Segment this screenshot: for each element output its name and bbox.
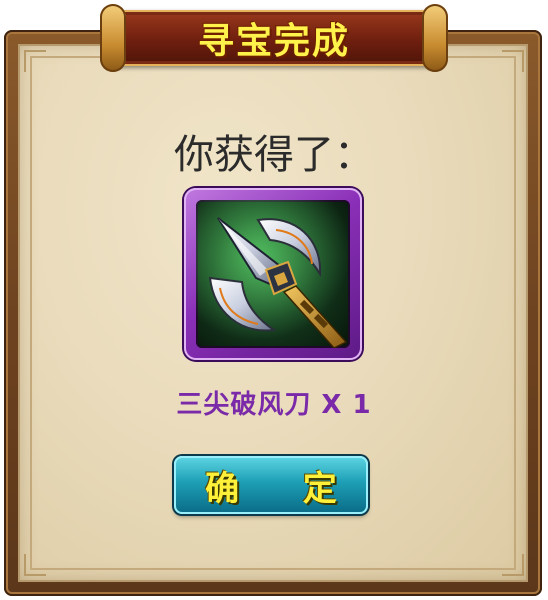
reward-item-name: 三尖破风刀 X 1 <box>176 390 372 420</box>
three-pointed-glaive-icon <box>196 200 350 348</box>
confirm-button-label: 确 定 <box>205 468 363 509</box>
reward-prompt: 你获得了： <box>174 132 374 178</box>
treasure-hunt-complete-dialog: 寻宝完成 你获得了： 三尖破风刀 X 1 确 定 <box>0 0 548 600</box>
dialog-title: 寻宝完成 <box>197 21 350 62</box>
corner-ornament <box>502 50 524 72</box>
corner-ornament <box>24 554 46 576</box>
reward-item-slot[interactable] <box>184 188 362 360</box>
confirm-button[interactable]: 确 定 <box>174 456 368 514</box>
glaive-icon-graphic <box>196 200 350 348</box>
title-banner: 寻宝完成 <box>100 4 448 72</box>
corner-ornament <box>502 554 524 576</box>
corner-ornament <box>24 50 46 72</box>
